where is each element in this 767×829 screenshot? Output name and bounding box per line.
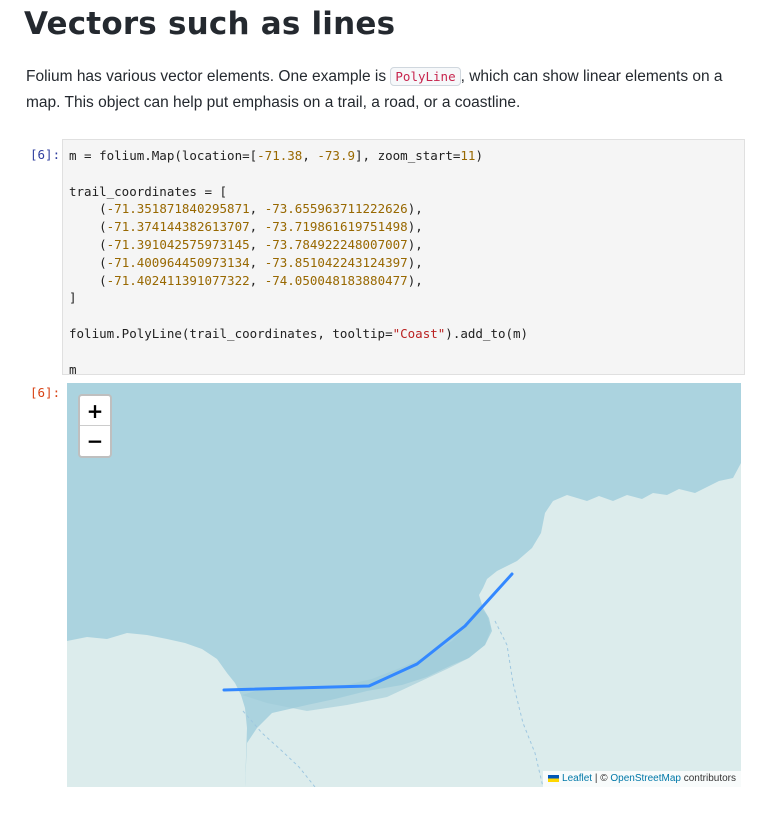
section-title: Vectors such as lines (24, 6, 396, 42)
coord-lon-2: -73.784922248007007 (264, 236, 408, 252)
code-line-trail-start: trail_coordinates = [ (69, 183, 228, 199)
zoom-in-button[interactable]: + (80, 396, 110, 426)
section-description: Folium has various vector elements. One … (26, 64, 746, 116)
code-line-trail-end: ] (69, 290, 77, 306)
code-line-polyline: folium.PolyLine(trail_coordinates, toolt… (69, 325, 529, 341)
code-cell[interactable]: m = folium.Map(location=[-71.38, -73.9],… (62, 139, 745, 377)
code-line-map: m = folium.Map(location=[-71.38, -73.9],… (69, 148, 483, 163)
polyline-inline-code: PolyLine (390, 67, 461, 86)
map-output[interactable]: + − Leaflet | © OpenStreetMap contributo… (67, 383, 741, 787)
code-editor[interactable]: m = folium.Map(location=[-71.38, -73.9],… (63, 140, 744, 385)
input-prompt: [6]: (30, 147, 61, 162)
coord-lon-3: -73.851042243124397 (264, 254, 408, 270)
zoom-out-button[interactable]: − (80, 426, 110, 456)
attribution-contributors: contributors (680, 773, 736, 784)
zoom-control: + − (78, 394, 112, 458)
map-attribution: Leaflet | © OpenStreetMap contributors (543, 771, 741, 787)
coord-lat-2: -71.391042575973145 (106, 236, 250, 252)
map-tiles[interactable] (67, 383, 741, 787)
leaflet-link[interactable]: Leaflet (562, 773, 592, 784)
coord-lat-1: -71.374144382613707 (106, 219, 250, 235)
coord-lon-1: -73.719861619751498 (264, 219, 408, 235)
coord-lat-0: -71.351871840295871 (106, 201, 250, 217)
attribution-separator: | © (592, 773, 611, 784)
description-text-before: Folium has various vector elements. One … (26, 68, 391, 85)
coord-lon-0: -73.655963711222626 (264, 201, 408, 217)
coord-lat-3: -71.400964450973134 (106, 254, 250, 270)
coord-lon-4: -74.050048183880477 (264, 272, 408, 288)
coord-lat-4: -71.402411391077322 (106, 272, 250, 288)
openstreetmap-link[interactable]: OpenStreetMap (610, 773, 681, 784)
code-line-map-output: m (69, 361, 77, 377)
output-prompt: [6]: (30, 385, 61, 400)
ukraine-flag-icon (548, 774, 560, 782)
